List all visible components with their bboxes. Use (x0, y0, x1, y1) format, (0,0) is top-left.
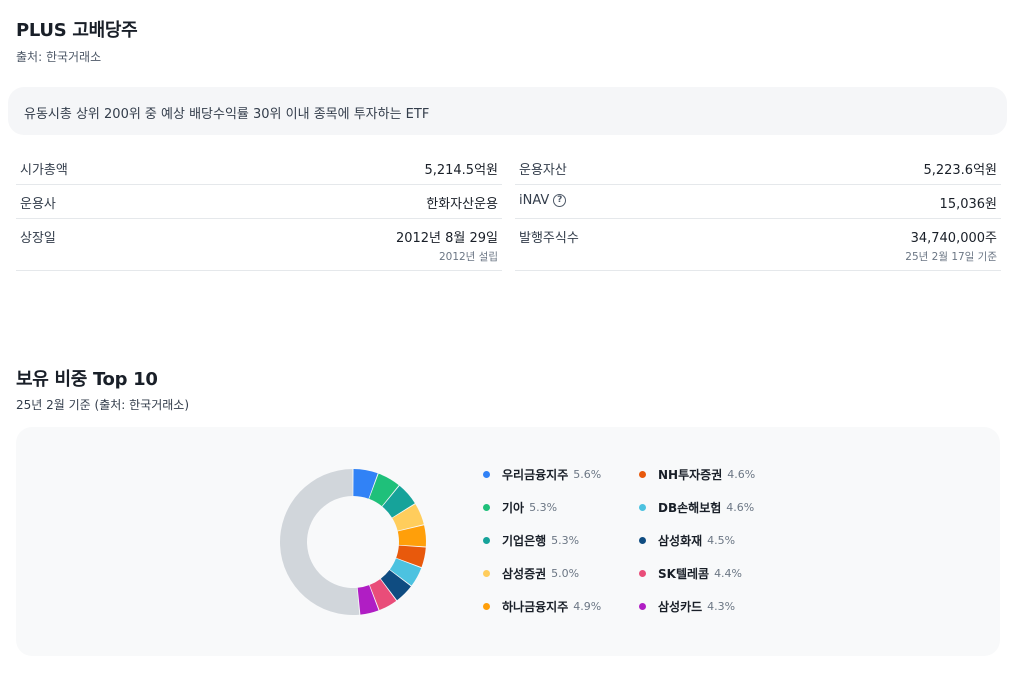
info-row-manager: 운용사 한화자산운용 (16, 185, 502, 219)
legend-dot-icon (639, 569, 646, 577)
legend-dot-icon (639, 536, 646, 544)
legend-value: 4.6% (726, 500, 755, 514)
holdings-subtitle: 25년 2월 기준 (출처: 한국거래소) (16, 398, 190, 412)
info-label: iNAV ? (519, 193, 567, 208)
legend-item: 삼성증권 5.0% (483, 564, 579, 582)
legend-name: 기아 (502, 500, 525, 515)
legend-name: 삼성카드 (658, 599, 703, 614)
holdings-title: 보유 비중 Top 10 (16, 369, 158, 390)
info-label: 상장일 (20, 231, 56, 246)
legend-name: 삼성증권 (502, 566, 547, 581)
inav-label-text: iNAV (519, 193, 550, 208)
info-table-right: 운용자산 5,223.6억원 iNAV ? 15,036원 발행주식수 34,7… (515, 151, 1001, 271)
info-row-inav: iNAV ? 15,036원 (515, 185, 1001, 219)
legend-dot-icon (483, 503, 490, 511)
legend-value: 4.9% (573, 599, 602, 613)
legend-name: 하나금융지주 (502, 599, 569, 614)
info-row-shares: 발행주식수 34,740,000주 25년 2월 17일 기준 (515, 219, 1001, 271)
legend-item: 삼성카드 4.3% (639, 597, 735, 615)
info-value: 15,036원 (939, 197, 997, 212)
question-circle-icon[interactable]: ? (553, 194, 567, 207)
legend-item: 기업은행 5.3% (483, 531, 579, 549)
description-box: 유동시총 상위 200위 중 예상 배당수익률 30위 이내 종목에 투자하는 … (8, 87, 1007, 135)
legend-dot-icon (639, 470, 646, 478)
legend-item: 하나금융지주 4.9% (483, 597, 601, 615)
info-subtext: 2012년 설립 (438, 251, 498, 263)
info-value: 한화자산운용 (426, 197, 498, 212)
legend-value: 4.5% (707, 533, 736, 547)
legend-item: 삼성화재 4.5% (639, 531, 735, 549)
legend-item: NH투자증권 4.6% (639, 465, 755, 483)
holdings-chart-card: 우리금융지주 5.6% 기아 5.3% 기업은행 5.3% 삼성증권 5.0% 하나금융지주 4.… (16, 427, 1000, 656)
info-row-listing-date: 상장일 2012년 8월 29일 2012년 설립 (16, 219, 502, 271)
legend-value: 4.3% (707, 599, 736, 613)
legend-dot-icon (483, 602, 490, 610)
legend-name: SK텔레콤 (658, 566, 710, 581)
legend-name: NH투자증권 (658, 467, 723, 482)
info-row-market-cap: 시가총액 5,214.5억원 (16, 151, 502, 185)
legend-value: 5.6% (573, 467, 602, 481)
legend-value: 5.3% (529, 500, 558, 514)
data-source: 출처: 한국거래소 (16, 50, 102, 64)
legend-value: 5.3% (551, 533, 580, 547)
donut-slice-remainder (280, 469, 360, 615)
info-row-aum: 운용자산 5,223.6억원 (515, 151, 1001, 185)
info-table-left: 시가총액 5,214.5억원 운용사 한화자산운용 상장일 2012년 8월 2… (16, 151, 502, 271)
legend-name: 기업은행 (502, 533, 547, 548)
legend-name: 우리금융지주 (502, 467, 569, 482)
legend-dot-icon (639, 503, 646, 511)
info-value: 5,214.5억원 (424, 163, 498, 178)
legend-dot-icon (483, 470, 490, 478)
legend-item: DB손해보험 4.6% (639, 498, 754, 516)
info-label: 운용자산 (519, 163, 567, 178)
legend-name: DB손해보험 (658, 500, 722, 515)
legend-item: SK텔레콤 4.4% (639, 564, 742, 582)
legend-value: 4.6% (727, 467, 756, 481)
info-subtext: 25년 2월 17일 기준 (905, 251, 997, 263)
legend-dot-icon (483, 536, 490, 544)
legend-dot-icon (639, 602, 646, 610)
info-value: 2012년 8월 29일 (395, 231, 498, 246)
info-label: 발행주식수 (519, 231, 579, 246)
legend-value: 4.4% (714, 566, 743, 580)
info-label: 시가총액 (20, 163, 68, 178)
legend-dot-icon (483, 569, 490, 577)
info-value: 5,223.6억원 (923, 163, 997, 178)
holdings-donut-chart (280, 469, 426, 615)
etf-title: PLUS 고배당주 (16, 20, 138, 41)
description-text: 유동시총 상위 200위 중 예상 배당수익률 30위 이내 종목에 투자하는 … (24, 107, 430, 122)
info-value: 34,740,000주 (910, 231, 997, 246)
legend-value: 5.0% (551, 566, 580, 580)
legend-item: 기아 5.3% (483, 498, 557, 516)
legend-item: 우리금융지주 5.6% (483, 465, 601, 483)
info-label: 운용사 (20, 197, 56, 212)
legend-name: 삼성화재 (658, 533, 703, 548)
